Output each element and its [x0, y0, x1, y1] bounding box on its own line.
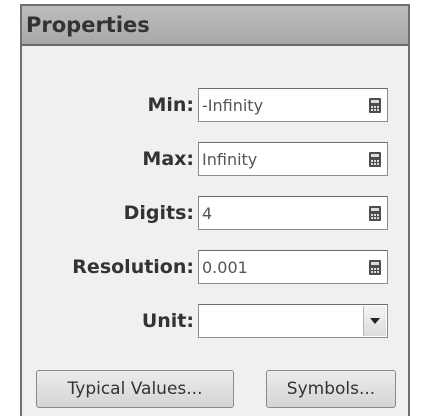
calculator-icon[interactable] — [369, 206, 381, 221]
unit-dropdown-button[interactable] — [363, 306, 386, 336]
min-row: Min: -Infinity — [22, 88, 408, 122]
min-field[interactable]: -Infinity — [198, 88, 388, 122]
resolution-field[interactable]: 0.001 — [198, 250, 388, 284]
resolution-row: Resolution: 0.001 — [22, 250, 408, 284]
symbols-button[interactable]: Symbols... — [266, 370, 396, 408]
resolution-value[interactable]: 0.001 — [202, 251, 248, 283]
unit-select[interactable] — [198, 304, 388, 338]
calculator-icon[interactable] — [369, 260, 381, 275]
panel-title: Properties — [22, 6, 408, 46]
digits-row: Digits: 4 — [22, 196, 408, 230]
digits-label: Digits: — [123, 202, 194, 224]
max-field[interactable]: Infinity — [198, 142, 388, 176]
calculator-icon[interactable] — [369, 152, 381, 167]
max-value[interactable]: Infinity — [202, 143, 257, 175]
unit-row: Unit: — [22, 304, 408, 338]
typical-values-button[interactable]: Typical Values... — [36, 370, 234, 408]
digits-field[interactable]: 4 — [198, 196, 388, 230]
max-label: Max: — [142, 148, 194, 170]
properties-panel: Properties Min: -Infinity Max: Infinity … — [20, 4, 410, 416]
resolution-label: Resolution: — [72, 256, 194, 278]
unit-label: Unit: — [141, 310, 194, 332]
max-row: Max: Infinity — [22, 142, 408, 176]
chevron-down-icon — [370, 318, 380, 324]
min-value[interactable]: -Infinity — [202, 89, 263, 121]
digits-value[interactable]: 4 — [202, 197, 212, 229]
calculator-icon[interactable] — [369, 98, 381, 113]
min-label: Min: — [147, 94, 194, 116]
